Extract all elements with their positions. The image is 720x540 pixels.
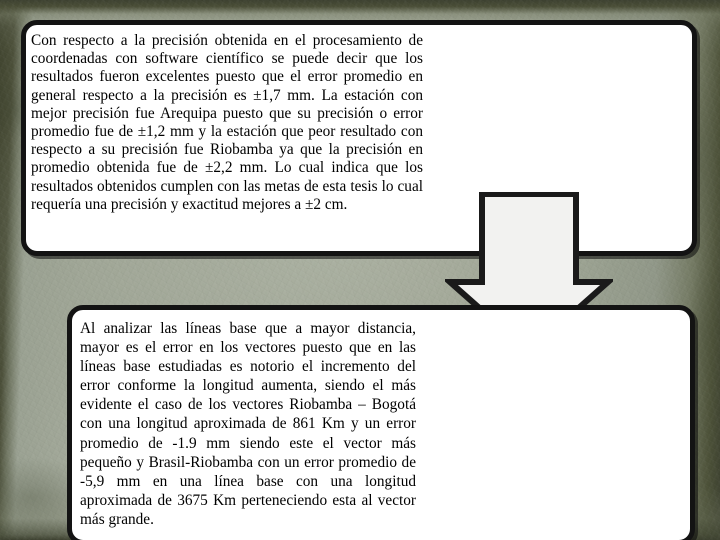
conclusion-textbox-bottom[interactable]: Al analizar las líneas base que a mayor …: [67, 305, 695, 540]
conclusion-text-bottom: Al analizar las líneas base que a mayor …: [80, 320, 416, 528]
slide-canvas: Con respecto a la precisión obtenida en …: [0, 0, 720, 540]
conclusion-text-top: Con respecto a la precisión obtenida en …: [31, 32, 423, 213]
